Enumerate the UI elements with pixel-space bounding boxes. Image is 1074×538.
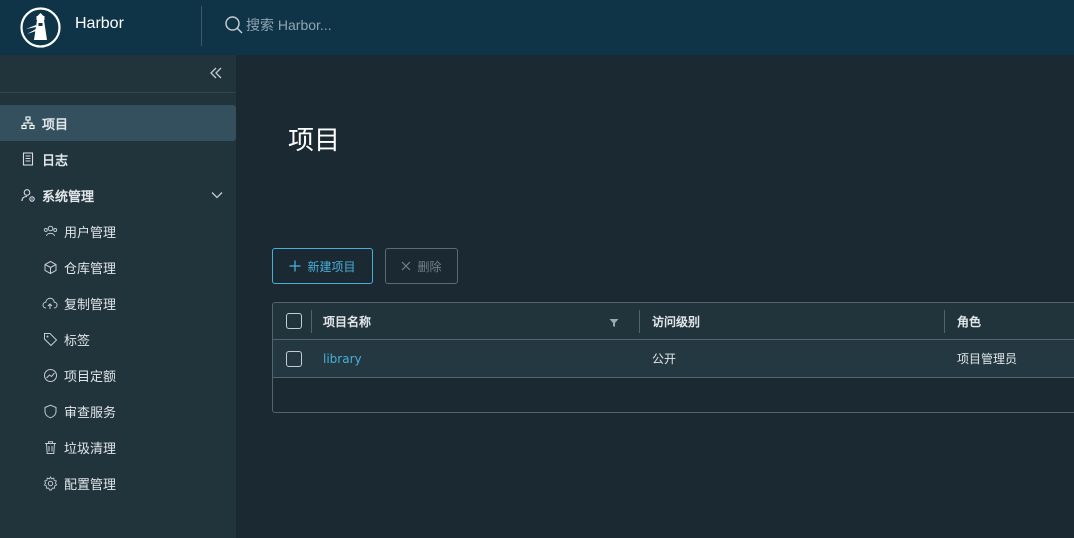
tag-icon (42, 331, 58, 347)
chevron-down-icon[interactable] (210, 188, 224, 206)
sidebar-item-registries[interactable]: 仓库管理 (0, 249, 236, 285)
replication-icon (42, 295, 58, 311)
sidebar-item-logs[interactable]: 日志 (0, 141, 236, 177)
sidebar-item-label: 仓库管理 (64, 261, 117, 277)
page-title: 项目 (288, 126, 341, 156)
project-name-link[interactable]: library (323, 340, 362, 377)
sidebar-item-users[interactable]: 用户管理 (0, 213, 236, 249)
harbor-logo[interactable] (20, 7, 61, 48)
access-level-cell: 公开 (652, 352, 677, 366)
column-separator (944, 310, 945, 333)
filter-icon[interactable] (609, 317, 619, 332)
trash-icon (42, 439, 58, 455)
role-cell: 项目管理员 (957, 352, 1018, 366)
select-all-cell (286, 303, 302, 339)
sidebar-item-label: 配置管理 (64, 477, 117, 493)
header-divider (201, 6, 202, 46)
sidebar-item-system-admin[interactable]: 系统管理 (0, 177, 236, 213)
sidebar-item-interrogation-services[interactable]: 审查服务 (0, 393, 236, 429)
plus-icon (289, 260, 301, 272)
table-row[interactable]: library 公开 项目管理员 (273, 340, 1074, 378)
gear-icon (42, 475, 58, 491)
sidebar: 项目 日志 系统管理 用户管理 仓库管理 复制管理 标签 项目定额 审查服务 垃… (0, 55, 236, 538)
sidebar-item-replication[interactable]: 复制管理 (0, 285, 236, 321)
new-project-button[interactable]: 新建项目 (272, 248, 373, 284)
close-icon (401, 261, 411, 271)
row-select-cell (286, 340, 302, 377)
search-icon (224, 15, 244, 35)
projects-icon (20, 115, 36, 131)
shield-icon (42, 403, 58, 419)
sidebar-item-configuration[interactable]: 配置管理 (0, 465, 236, 501)
double-chevron-left-icon[interactable] (208, 65, 224, 81)
sidebar-item-projects[interactable]: 项目 (0, 105, 236, 141)
search-input[interactable] (246, 17, 466, 33)
sidebar-item-label: 审查服务 (64, 405, 117, 421)
sidebar-item-label: 项目 (42, 117, 69, 133)
column-separator (639, 310, 640, 333)
sidebar-item-label: 垃圾清理 (64, 441, 117, 457)
sidebar-collapse-row (0, 55, 236, 93)
sidebar-item-labels[interactable]: 标签 (0, 321, 236, 357)
app-title[interactable]: Harbor (75, 15, 124, 33)
delete-label: 删除 (417, 259, 442, 274)
select-all-checkbox[interactable] (286, 313, 302, 329)
table-header: 项目名称 访问级别 角色 (273, 303, 1074, 340)
sidebar-item-label: 系统管理 (42, 189, 95, 205)
row-checkbox[interactable] (286, 350, 302, 367)
projects-datagrid: 项目名称 访问级别 角色 library 公开 项目管理员 (272, 302, 1074, 413)
sidebar-item-label: 用户管理 (64, 225, 117, 241)
global-search[interactable] (224, 15, 466, 35)
sidebar-item-project-quotas[interactable]: 项目定额 (0, 357, 236, 393)
quota-icon (42, 367, 58, 383)
logs-icon (20, 151, 36, 167)
sidebar-item-garbage-collection[interactable]: 垃圾清理 (0, 429, 236, 465)
column-separator (311, 310, 312, 333)
sidebar-item-label: 项目定额 (64, 369, 117, 385)
admin-icon (20, 187, 36, 203)
column-header-role[interactable]: 角色 (957, 303, 981, 339)
users-icon (42, 223, 58, 239)
column-header-project-name[interactable]: 项目名称 (323, 303, 371, 339)
column-header-access-level[interactable]: 访问级别 (652, 303, 700, 339)
registry-icon (42, 259, 58, 275)
delete-button[interactable]: 删除 (385, 248, 458, 284)
top-header: Harbor (0, 0, 1074, 55)
sidebar-item-label: 标签 (64, 333, 91, 349)
new-project-label: 新建项目 (307, 259, 356, 274)
sidebar-item-label: 复制管理 (64, 297, 117, 313)
sidebar-item-label: 日志 (42, 153, 69, 169)
